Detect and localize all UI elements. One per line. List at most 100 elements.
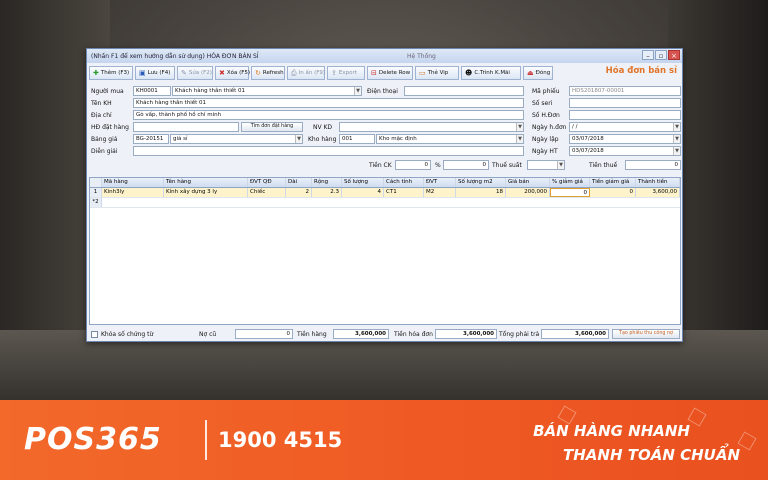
col-header-width[interactable]: Rộng <box>312 178 342 187</box>
invoice-total-field[interactable]: 3,600,000 <box>435 329 497 339</box>
serial-field[interactable] <box>569 98 681 108</box>
tax-amount-label: Tiền thuế <box>589 162 618 169</box>
delete-row-button[interactable]: ⊟ Delete Row <box>367 66 413 80</box>
edit-button[interactable]: ✎ Sửa (F2) <box>177 66 213 80</box>
vat-rate-select[interactable]: ▼ <box>527 160 565 170</box>
cell-discount-pct[interactable]: 0 <box>550 188 590 197</box>
row-indicator: 1 <box>90 188 102 197</box>
col-header-price[interactable]: Giá bán <box>506 178 550 187</box>
created-date-field[interactable]: 03/07/2018 ▼ <box>569 134 681 144</box>
staff-label: NV KD <box>313 124 333 131</box>
background-table <box>0 330 768 410</box>
person-icon: ☻ <box>465 68 473 77</box>
cell-total[interactable]: 3,600,00 <box>636 188 680 197</box>
maximize-icon[interactable]: ▫ <box>655 50 667 60</box>
promo-button[interactable]: ☻ C.Trình K.Mãi <box>461 66 521 80</box>
vip-card-button[interactable]: ▭ Thẻ Vip <box>415 66 459 80</box>
cell-code[interactable]: Kinh3ly <box>102 188 164 197</box>
payable-field[interactable]: 3,600,000 <box>541 329 609 339</box>
created-date-label: Ngày lập <box>532 136 559 143</box>
minimize-icon[interactable]: – <box>642 50 654 60</box>
invoice-no-label: Mã phiếu <box>532 88 560 95</box>
cell-unit[interactable]: M2 <box>424 188 456 197</box>
col-header-code[interactable]: Mã hàng <box>102 178 164 187</box>
chevron-down-icon[interactable]: ▼ <box>516 135 523 143</box>
close-button[interactable]: ⏏ Đóng <box>523 66 553 80</box>
chevron-down-icon[interactable]: ▼ <box>516 123 523 131</box>
phone-label: Điện thoại <box>367 88 398 95</box>
hd-date-field[interactable]: / / ▼ <box>569 122 681 132</box>
percent-field[interactable]: 0 <box>443 160 489 170</box>
col-header-unit-conv[interactable]: ĐVT QĐ <box>248 178 286 187</box>
cell-unit-conv[interactable]: Chiếc <box>248 188 286 197</box>
delete-button[interactable]: ✖ Xóa (F5) <box>215 66 250 80</box>
ht-date-field[interactable]: 03/07/2018 ▼ <box>569 146 681 156</box>
edit-icon: ✎ <box>181 68 187 77</box>
invoice-no-field[interactable]: HDS201807-00001 <box>569 86 681 96</box>
tax-amount-field[interactable]: 0 <box>625 160 681 170</box>
save-button[interactable]: ▣ Lưu (F4) <box>135 66 175 80</box>
banner-divider <box>205 420 207 460</box>
col-header-name[interactable]: Tên hàng <box>164 178 248 187</box>
lock-voucher-checkbox[interactable] <box>91 331 98 338</box>
close-window-icon[interactable]: × <box>668 50 680 60</box>
hd-no-label: Số H.Đơn <box>532 112 560 119</box>
col-header-discount-amt[interactable]: Tiền giảm giá <box>590 178 636 187</box>
discount-field[interactable]: 0 <box>395 160 431 170</box>
chevron-down-icon[interactable]: ▼ <box>295 135 302 143</box>
export-icon: ⇪ <box>331 68 337 77</box>
cell-name[interactable]: Kính xây dựng 3 ly <box>164 188 248 197</box>
goods-total-field[interactable]: 3,600,000 <box>333 329 389 339</box>
chevron-down-icon[interactable]: ▼ <box>557 161 564 169</box>
name-label: Tên KH <box>91 100 112 107</box>
address-label: Địa chỉ <box>91 112 112 119</box>
cell-discount-amt[interactable]: 0 <box>590 188 636 197</box>
col-header-qty-m2[interactable]: Số lượng m2 <box>456 178 506 187</box>
note-label: Diễn giải <box>91 148 118 155</box>
chevron-down-icon[interactable]: ▼ <box>673 135 680 143</box>
chevron-down-icon[interactable]: ▼ <box>673 147 680 155</box>
table-row[interactable]: 1 Kinh3ly Kính xây dựng 3 ly Chiếc 2 2.3… <box>90 188 680 198</box>
col-header-length[interactable]: Dài <box>286 178 312 187</box>
chevron-down-icon[interactable]: ▼ <box>354 87 361 95</box>
col-header-quantity[interactable]: Số lượng <box>342 178 384 187</box>
hd-no-field[interactable] <box>569 110 681 120</box>
find-order-button[interactable]: Tìm đơn đặt hàng <box>241 122 303 132</box>
cell-qty-m2[interactable]: 18 <box>456 188 506 197</box>
create-receipt-button[interactable]: Tạo phiếu thu công nợ <box>612 329 680 339</box>
customer-name-field[interactable]: Khách hàng thân thiết 01 <box>133 98 524 108</box>
items-grid: Mã hàng Tên hàng ĐVT QĐ Dài Rộng Số lượn… <box>89 177 681 325</box>
note-field[interactable] <box>133 146 524 156</box>
cell-width[interactable]: 2.3 <box>312 188 342 197</box>
staff-select[interactable]: ▼ <box>339 122 524 132</box>
footer-totals: Khóa số chứng từ Nợ cũ 0 Tiền hàng 3,600… <box>89 329 681 341</box>
refresh-button[interactable]: ↻ Refresh <box>251 66 285 80</box>
goods-total-label: Tiền hàng <box>297 331 327 338</box>
add-button[interactable]: ✚ Thêm (F3) <box>89 66 133 80</box>
col-header-discount-pct[interactable]: % giảm giá <box>550 178 590 187</box>
col-header-calc-method[interactable]: Cách tính <box>384 178 424 187</box>
print-button[interactable]: ⎙ In ấn (F9) <box>287 66 325 80</box>
promo-banner: POS365 1900 4515 BÁN HÀNG NHANH THANH TO… <box>0 400 768 480</box>
price-list-select[interactable]: giá sỉ ▼ <box>170 134 303 144</box>
cell-price[interactable]: 200,000 <box>506 188 550 197</box>
old-debt-field[interactable]: 0 <box>235 329 293 339</box>
export-button[interactable]: ⇪ Export <box>327 66 365 80</box>
chevron-down-icon[interactable]: ▼ <box>673 123 680 131</box>
cell-calc-method[interactable]: CT1 <box>384 188 424 197</box>
customer-select[interactable]: Khách hàng thân thiết 01 ▼ <box>172 86 362 96</box>
cell-quantity[interactable]: 4 <box>342 188 384 197</box>
col-header-total[interactable]: Thành tiền <box>636 178 680 187</box>
col-header-unit[interactable]: ĐVT <box>424 178 456 187</box>
customer-code-field[interactable]: KH0001 <box>133 86 171 96</box>
address-field[interactable]: Gò vấp, thành phố hồ chí minh <box>133 110 524 120</box>
order-field[interactable] <box>133 122 239 132</box>
new-row[interactable]: *2 <box>90 198 680 208</box>
hexagon-decoration <box>737 431 757 451</box>
slogan-line-1: BÁN HÀNG NHANH <box>533 422 690 440</box>
warehouse-code-field[interactable]: 001 <box>339 134 375 144</box>
cell-length[interactable]: 2 <box>286 188 312 197</box>
price-list-code-field[interactable]: BG-20151 <box>133 134 169 144</box>
warehouse-select[interactable]: Kho mặc định ▼ <box>376 134 524 144</box>
phone-field[interactable] <box>404 86 524 96</box>
